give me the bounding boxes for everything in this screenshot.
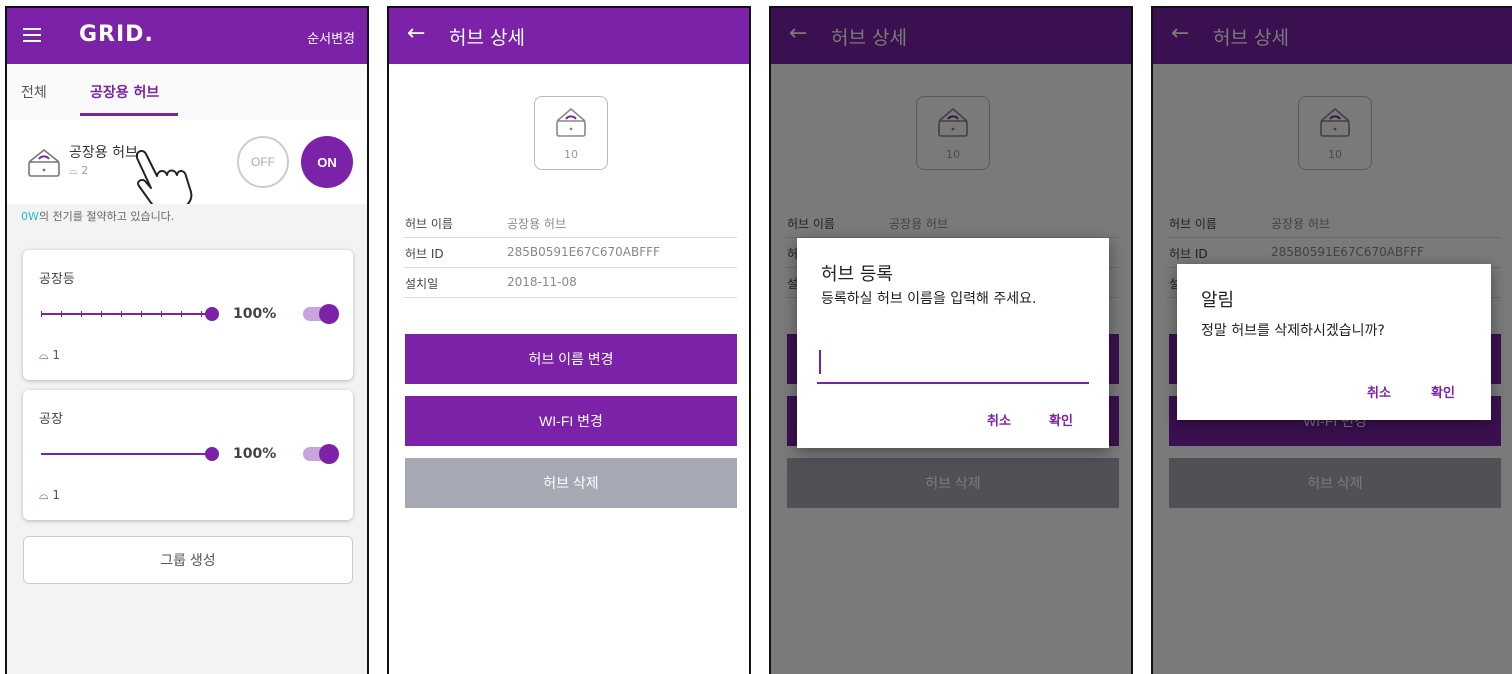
tap-hand-icon <box>136 150 193 211</box>
hub-image: 10 <box>534 96 608 170</box>
group-device-count-value: 1 <box>52 348 60 362</box>
info-row-name: 허브 이름 공장용 허브 <box>403 208 737 238</box>
group-card[interactable]: 공장 100% ⌓ 1 <box>23 390 353 520</box>
hub-delete-screen: ← 허브 상세 10 허브 이름 공장용 허브 허브 ID 285B0591E6… <box>1151 6 1512 674</box>
back-arrow-icon[interactable]: ← <box>407 21 425 46</box>
hub-number: 10 <box>564 148 578 161</box>
group-power-switch[interactable] <box>303 304 339 324</box>
dialog-message: 정말 허브를 삭제하시겠습니까? <box>1201 323 1385 339</box>
saving-text: 의 전기를 절약하고 있습니다. <box>38 210 175 223</box>
text-cursor <box>819 350 821 374</box>
group-name: 공장 <box>39 412 63 427</box>
device-icon: ⌓ <box>39 348 49 362</box>
info-row-install-date: 설치일 2018-11-08 <box>403 268 737 298</box>
info-label: 설치일 <box>405 277 439 291</box>
info-value: 285B0591E67C670ABFFF <box>507 245 660 259</box>
app-bar: GRID. 순서변경 <box>7 8 367 64</box>
cancel-button[interactable]: 취소 <box>1367 382 1391 401</box>
info-value: 2018-11-08 <box>507 275 577 289</box>
energy-saving-notice: 0W의 전기를 절약하고 있습니다. <box>7 204 367 228</box>
menu-icon[interactable] <box>23 28 41 42</box>
device-icon: ⌓ <box>69 164 78 177</box>
app-logo: GRID. <box>79 22 154 47</box>
reorder-button[interactable]: 순서변경 <box>307 28 355 47</box>
info-row-id: 허브 ID 285B0591E67C670ABFFF <box>403 238 737 268</box>
tab-factory-hub[interactable]: 공장용 허브 <box>90 82 159 102</box>
active-tab-indicator <box>80 113 178 116</box>
group-device-count-value: 1 <box>52 488 60 502</box>
hub-on-button[interactable]: ON <box>301 136 353 188</box>
dialog-message: 등록하실 허브 이름을 입력해 주세요. <box>821 291 1037 307</box>
hub-device-count: ⌓ 2 <box>69 164 88 178</box>
dialog-title: 허브 등록 <box>821 264 893 285</box>
create-group-button[interactable]: 그룹 생성 <box>23 536 353 584</box>
info-value: 공장용 허브 <box>507 217 567 231</box>
rename-hub-button[interactable]: 허브 이름 변경 <box>405 334 737 384</box>
switch-knob <box>319 444 339 464</box>
hub-off-button[interactable]: OFF <box>237 136 289 188</box>
brightness-value: 100% <box>233 446 277 462</box>
tab-all[interactable]: 전체 <box>21 82 47 102</box>
hub-rename-screen: ← 허브 상세 10 허브 이름 공장용 허브 허브 ID 285B0591E6… <box>769 6 1133 674</box>
hub-name-input[interactable] <box>817 344 1089 384</box>
brightness-value: 100% <box>233 306 277 322</box>
info-label: 허브 이름 <box>405 217 453 231</box>
page-title: 허브 상세 <box>449 27 525 49</box>
hub-detail-screen: ← 허브 상세 10 허브 이름 공장용 허브 허브 ID 285B0591E6… <box>387 6 751 674</box>
delete-confirm-dialog: 알림 정말 허브를 삭제하시겠습니까? 취소 확인 <box>1177 264 1491 420</box>
slider-handle[interactable] <box>205 447 219 461</box>
register-hub-dialog: 허브 등록 등록하실 허브 이름을 입력해 주세요. 취소 확인 <box>797 238 1109 448</box>
hub-icon <box>556 107 586 137</box>
dialog-title: 알림 <box>1201 290 1235 311</box>
device-icon: ⌓ <box>39 488 49 502</box>
hub-device-count-value: 2 <box>81 164 89 177</box>
group-card[interactable]: 공장등 100% ⌓ 1 <box>23 250 353 380</box>
slider-handle[interactable] <box>205 307 219 321</box>
hub-tabs: 전체 공장용 허브 <box>7 64 367 120</box>
saving-amount: 0W <box>21 210 39 223</box>
hub-icon <box>28 148 60 177</box>
brightness-slider[interactable] <box>41 311 211 317</box>
brightness-slider[interactable] <box>41 453 211 455</box>
group-device-count: ⌓ 1 <box>39 348 60 363</box>
group-device-count: ⌓ 1 <box>39 488 60 503</box>
switch-knob <box>319 304 339 324</box>
confirm-button[interactable]: 확인 <box>1049 410 1073 429</box>
change-wifi-button[interactable]: WI-FI 변경 <box>405 396 737 446</box>
hub-name[interactable]: 공장용 허브 <box>69 142 138 162</box>
delete-hub-button[interactable]: 허브 삭제 <box>405 458 737 508</box>
info-label: 허브 ID <box>405 247 444 261</box>
group-name: 공장등 <box>39 272 75 287</box>
group-power-switch[interactable] <box>303 444 339 464</box>
app-bar: ← 허브 상세 <box>389 8 749 64</box>
hub-list-screen: GRID. 순서변경 전체 공장용 허브 공장용 허브 ⌓ 2 OFF ON 0… <box>5 6 369 674</box>
cancel-button[interactable]: 취소 <box>987 410 1011 429</box>
confirm-button[interactable]: 확인 <box>1431 382 1455 401</box>
